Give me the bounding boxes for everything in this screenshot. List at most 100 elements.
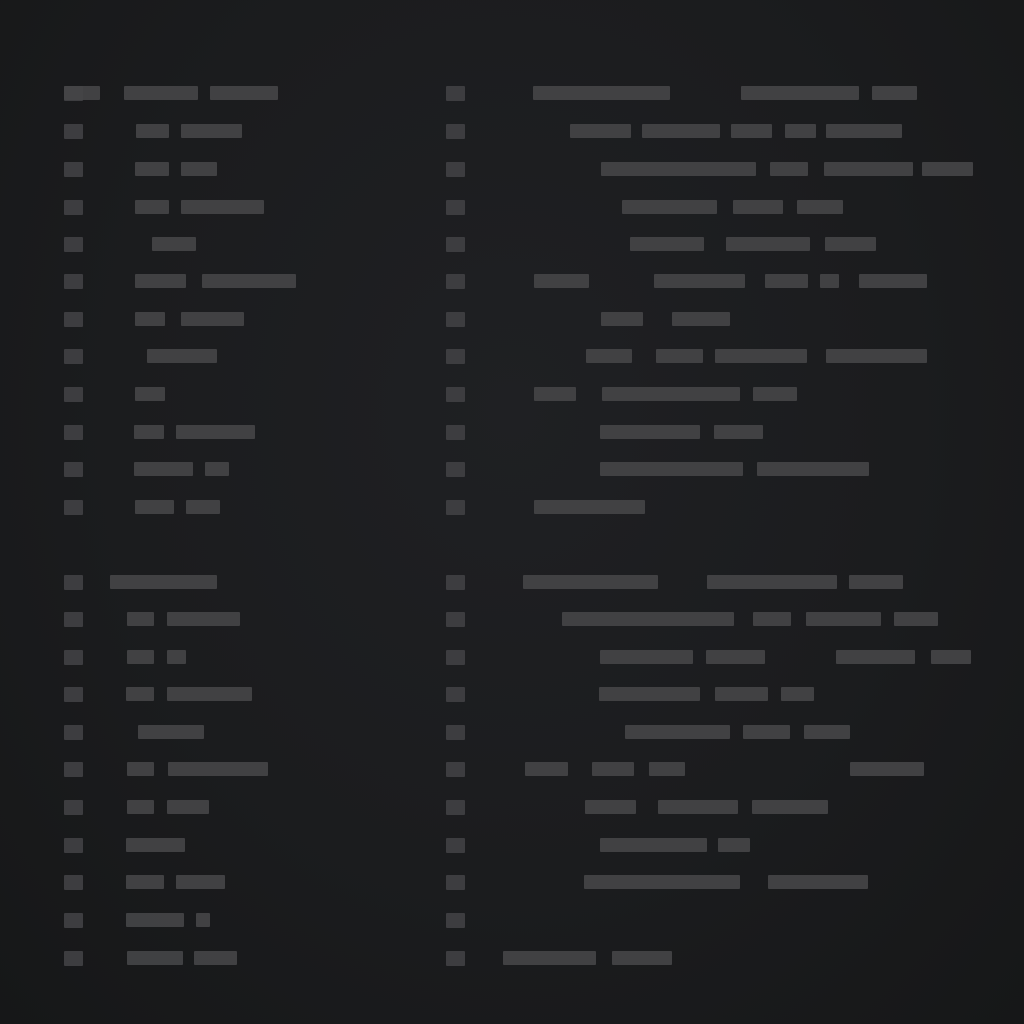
- left-redacted-token: [167, 612, 240, 626]
- right-redacted-token: [731, 124, 772, 138]
- right-redacted-token: [849, 575, 903, 589]
- left-row-marker: [64, 650, 83, 665]
- right-row-marker: [446, 800, 465, 815]
- right-redacted-token: [592, 762, 634, 776]
- left-redacted-token: [167, 687, 252, 701]
- right-redacted-token: [718, 838, 750, 852]
- left-redacted-token: [181, 124, 242, 138]
- left-redacted-token: [181, 312, 244, 326]
- right-redacted-token: [525, 762, 568, 776]
- right-redacted-token: [765, 274, 808, 288]
- left-row-marker: [64, 200, 83, 215]
- left-redacted-token: [126, 687, 154, 701]
- right-redacted-token: [824, 162, 913, 176]
- right-redacted-token: [714, 425, 763, 439]
- left-redacted-token: [168, 762, 268, 776]
- right-row-marker: [446, 387, 465, 402]
- right-row-marker: [446, 725, 465, 740]
- left-row-marker: [64, 913, 83, 928]
- left-row-marker: [64, 462, 83, 477]
- left-redacted-token: [127, 762, 154, 776]
- left-row-marker: [64, 237, 83, 252]
- right-redacted-token: [600, 425, 700, 439]
- right-row-marker: [446, 687, 465, 702]
- right-row-marker: [446, 462, 465, 477]
- right-redacted-token: [826, 349, 927, 363]
- right-redacted-token: [707, 575, 837, 589]
- left-redacted-token: [64, 86, 100, 100]
- right-redacted-token: [600, 462, 743, 476]
- right-redacted-token: [715, 349, 807, 363]
- left-redacted-token: [167, 650, 186, 664]
- right-redacted-token: [733, 200, 783, 214]
- right-redacted-token: [612, 951, 672, 965]
- left-redacted-token: [127, 800, 154, 814]
- left-redacted-token: [138, 725, 204, 739]
- right-redacted-token: [752, 800, 828, 814]
- right-redacted-token: [642, 124, 720, 138]
- right-redacted-token: [658, 800, 738, 814]
- left-row-marker: [64, 500, 83, 515]
- right-redacted-token: [601, 312, 643, 326]
- left-redacted-token: [127, 650, 154, 664]
- right-redacted-token: [570, 124, 631, 138]
- left-redacted-token: [194, 951, 237, 965]
- left-redacted-token: [135, 274, 186, 288]
- left-row-marker: [64, 425, 83, 440]
- left-row-marker: [64, 951, 83, 966]
- right-redacted-token: [600, 650, 693, 664]
- left-row-marker: [64, 725, 83, 740]
- right-redacted-token: [931, 650, 971, 664]
- left-row-marker: [64, 612, 83, 627]
- right-row-marker: [446, 650, 465, 665]
- right-row-marker: [446, 575, 465, 590]
- left-redacted-token: [134, 425, 164, 439]
- right-row-marker: [446, 612, 465, 627]
- left-row-marker: [64, 762, 83, 777]
- right-redacted-token: [753, 387, 797, 401]
- right-redacted-token: [894, 612, 938, 626]
- right-row-marker: [446, 200, 465, 215]
- left-redacted-token: [196, 913, 210, 927]
- right-redacted-token: [584, 875, 740, 889]
- left-redacted-token: [135, 162, 169, 176]
- left-redacted-token: [127, 951, 183, 965]
- left-redacted-token: [135, 312, 165, 326]
- right-row-marker: [446, 500, 465, 515]
- left-redacted-token: [176, 875, 225, 889]
- right-redacted-token: [649, 762, 685, 776]
- right-redacted-token: [741, 86, 859, 100]
- right-redacted-token: [562, 612, 734, 626]
- left-redacted-token: [135, 387, 165, 401]
- left-redacted-token: [126, 875, 164, 889]
- right-redacted-token: [806, 612, 881, 626]
- right-redacted-token: [785, 124, 816, 138]
- left-row-marker: [64, 575, 83, 590]
- right-row-marker: [446, 237, 465, 252]
- right-redacted-token: [726, 237, 810, 251]
- right-row-marker: [446, 86, 465, 101]
- right-redacted-token: [797, 200, 843, 214]
- right-row-marker: [446, 274, 465, 289]
- left-redacted-token: [186, 500, 220, 514]
- left-redacted-token: [176, 425, 255, 439]
- right-redacted-token: [826, 124, 902, 138]
- right-row-marker: [446, 875, 465, 890]
- right-redacted-token: [534, 274, 589, 288]
- right-row-marker: [446, 913, 465, 928]
- right-row-marker: [446, 425, 465, 440]
- right-redacted-token: [534, 500, 645, 514]
- left-redacted-token: [152, 237, 196, 251]
- left-redacted-token: [136, 124, 169, 138]
- left-redacted-token: [181, 200, 264, 214]
- left-redacted-token: [205, 462, 229, 476]
- right-redacted-token: [743, 725, 790, 739]
- left-redacted-token: [126, 838, 185, 852]
- right-redacted-token: [706, 650, 765, 664]
- right-redacted-token: [825, 237, 876, 251]
- right-row-marker: [446, 312, 465, 327]
- left-redacted-token: [124, 86, 198, 100]
- left-redacted-token: [127, 612, 154, 626]
- right-redacted-token: [534, 387, 576, 401]
- right-redacted-token: [586, 349, 632, 363]
